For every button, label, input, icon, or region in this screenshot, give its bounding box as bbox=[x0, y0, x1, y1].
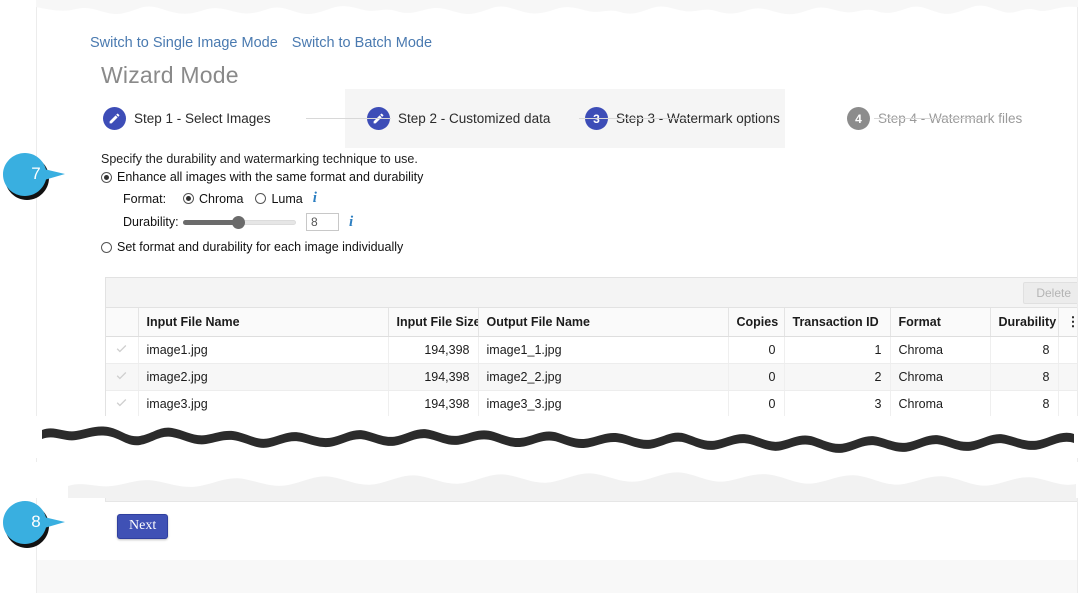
cell-input-file-name: image3.jpg bbox=[138, 390, 389, 418]
radio-same-for-all[interactable] bbox=[101, 171, 112, 183]
page-canvas: Switch to Single Image Mode Switch to Bat… bbox=[36, 0, 1078, 560]
radio-individual[interactable] bbox=[101, 241, 112, 253]
row-check-icon[interactable] bbox=[106, 336, 139, 364]
cell-input-file-name: image1.jpg bbox=[138, 336, 389, 364]
next-button[interactable]: Next bbox=[117, 514, 169, 539]
wizard-step-1[interactable]: Step 1 - Select Images bbox=[74, 89, 345, 148]
cell-format: Chroma bbox=[890, 363, 991, 391]
wizard-step-2-label: Step 2 - Customized data bbox=[398, 111, 551, 126]
mode-links: Switch to Single Image Mode Switch to Bat… bbox=[90, 35, 446, 51]
step-1-pencil-icon bbox=[103, 107, 126, 130]
cell-durability: 8 bbox=[990, 390, 1059, 418]
cell-format: Chroma bbox=[890, 390, 991, 418]
step-4-number: 4 bbox=[855, 111, 862, 126]
durability-label: Durability: bbox=[123, 215, 179, 229]
cell-transaction-id: 1 bbox=[784, 336, 891, 364]
cell-copies: 0 bbox=[728, 363, 785, 391]
callout-pointer-icon bbox=[3, 501, 65, 548]
wizard-step-1-label: Step 1 - Select Images bbox=[134, 111, 271, 126]
cell-format: Chroma bbox=[890, 336, 991, 364]
cell-input-file-size: 194,398 bbox=[388, 390, 479, 418]
format-row: Format: Chroma Luma i bbox=[123, 190, 423, 207]
delete-button[interactable]: Delete bbox=[1023, 281, 1077, 304]
more-options-icon[interactable]: ⋮ bbox=[1067, 314, 1078, 329]
file-grid: Delete Input File Name Input File Size O… bbox=[105, 277, 1078, 419]
row-check-icon[interactable] bbox=[106, 390, 139, 418]
radio-same-for-all-label: Enhance all images with the same format … bbox=[117, 170, 424, 184]
step-connector-3 bbox=[874, 118, 979, 119]
callout-pointer-icon bbox=[3, 153, 65, 200]
table-header-row: Input File Name Input File Size Output F… bbox=[106, 308, 1078, 337]
th-transaction-id[interactable]: Transaction ID bbox=[784, 308, 891, 337]
radio-format-chroma-label: Chroma bbox=[199, 191, 244, 206]
table-row[interactable]: image3.jpg 194,398 image3_3.jpg 0 3 Chro… bbox=[106, 390, 1077, 418]
radio-format-luma[interactable] bbox=[255, 193, 267, 204]
th-input-file-name[interactable]: Input File Name bbox=[138, 308, 389, 337]
durability-info-icon[interactable]: i bbox=[349, 214, 353, 231]
grid-toolbar: Delete bbox=[106, 278, 1077, 308]
radio-individual-row[interactable]: Set format and durability for each image… bbox=[101, 240, 423, 254]
cell-durability: 8 bbox=[990, 336, 1059, 364]
durability-input[interactable] bbox=[306, 213, 339, 231]
cell-transaction-id: 3 bbox=[784, 390, 891, 418]
step-connector-1 bbox=[306, 118, 391, 119]
cell-output-file-name: image1_1.jpg bbox=[478, 336, 729, 364]
switch-batch-mode-link[interactable]: Switch to Batch Mode bbox=[292, 35, 432, 51]
footer-strip bbox=[36, 560, 1078, 593]
cell-output-file-name: image2_2.jpg bbox=[478, 363, 729, 391]
cell-row-spacer bbox=[1058, 363, 1077, 391]
step-connector-2 bbox=[579, 118, 689, 119]
th-output-file-name[interactable]: Output File Name bbox=[478, 308, 729, 337]
watermark-options-panel: Specify the durability and watermarking … bbox=[101, 152, 423, 257]
callout-badge-7: 7 bbox=[2, 152, 74, 200]
th-copies[interactable]: Copies bbox=[728, 308, 785, 337]
cell-input-file-name: image2.jpg bbox=[138, 363, 389, 391]
cell-durability: 8 bbox=[990, 363, 1059, 391]
table-row[interactable]: image2.jpg 194,398 image2_2.jpg 0 2 Chro… bbox=[106, 363, 1077, 391]
cell-input-file-size: 194,398 bbox=[388, 363, 479, 391]
format-label: Format: bbox=[123, 191, 167, 206]
format-info-icon[interactable]: i bbox=[313, 190, 317, 207]
cell-input-file-size: 194,398 bbox=[388, 336, 479, 364]
step-4-number-badge: 4 bbox=[847, 107, 870, 130]
durability-slider[interactable] bbox=[183, 215, 296, 229]
radio-format-luma-label: Luma bbox=[271, 191, 303, 206]
truncated-panel bbox=[105, 487, 1077, 502]
th-column-menu[interactable]: ⋮ bbox=[1058, 308, 1078, 337]
screen-root: Switch to Single Image Mode Switch to Bat… bbox=[0, 0, 1087, 593]
th-select-all[interactable] bbox=[106, 308, 139, 337]
durability-slider-thumb[interactable] bbox=[232, 216, 245, 229]
table-row[interactable]: image1.jpg 194,398 image1_1.jpg 0 1 Chro… bbox=[106, 336, 1077, 364]
row-check-icon[interactable] bbox=[106, 363, 139, 391]
cell-output-file-name: image3_3.jpg bbox=[478, 390, 729, 418]
radio-same-for-all-row[interactable]: Enhance all images with the same format … bbox=[101, 170, 423, 184]
durability-row: Durability: i bbox=[123, 213, 423, 231]
radio-individual-label: Set format and durability for each image… bbox=[117, 240, 404, 254]
callout-badge-8: 8 bbox=[2, 500, 74, 548]
switch-single-image-mode-link[interactable]: Switch to Single Image Mode bbox=[90, 35, 278, 51]
page-title: Wizard Mode bbox=[101, 62, 239, 88]
th-input-file-size[interactable]: Input File Size bbox=[388, 308, 479, 337]
cell-row-spacer bbox=[1058, 336, 1077, 364]
cell-copies: 0 bbox=[728, 336, 785, 364]
cell-transaction-id: 2 bbox=[784, 363, 891, 391]
cell-copies: 0 bbox=[728, 390, 785, 418]
radio-format-chroma[interactable] bbox=[183, 193, 194, 204]
options-intro-text: Specify the durability and watermarking … bbox=[101, 152, 418, 166]
cell-row-spacer bbox=[1058, 390, 1077, 418]
wizard-step-bar: Step 1 - Select Images Step 2 - Customiz… bbox=[74, 89, 1077, 148]
th-format[interactable]: Format bbox=[890, 308, 991, 337]
file-table: Input File Name Input File Size Output F… bbox=[106, 308, 1078, 418]
th-durability[interactable]: Durability bbox=[990, 308, 1059, 337]
